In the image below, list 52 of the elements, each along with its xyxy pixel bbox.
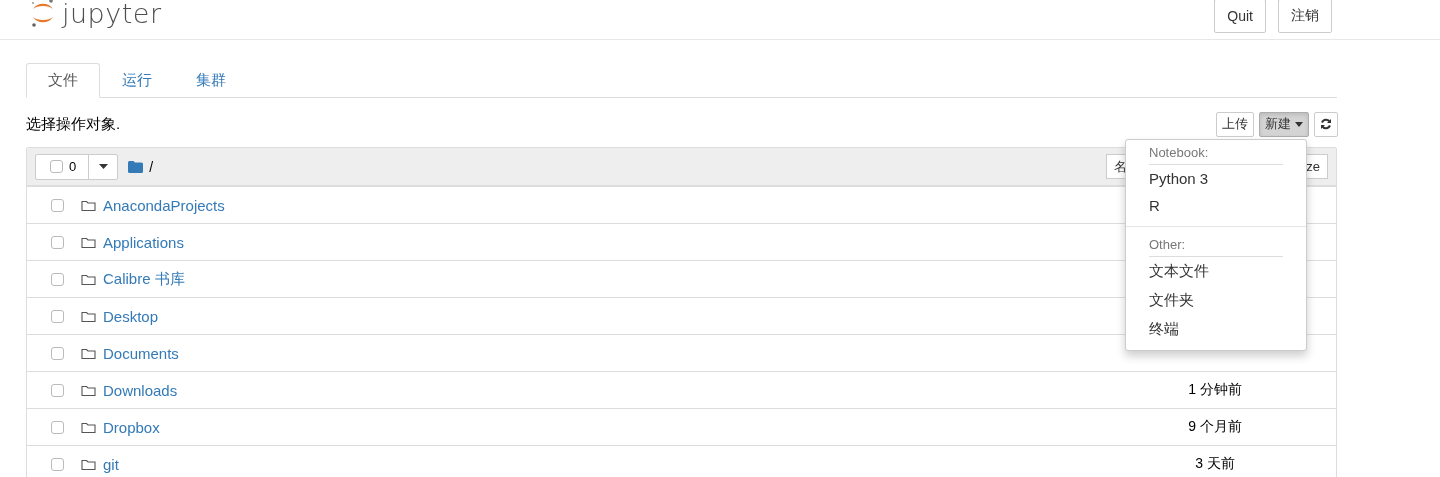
menu-item[interactable]: 文件夹: [1126, 286, 1306, 315]
modified-time: 3 天前: [1194, 455, 1236, 473]
new-dropdown-button[interactable]: 新建: [1259, 111, 1309, 137]
folder-icon: [81, 457, 96, 471]
refresh-icon: [1320, 118, 1332, 130]
checkbox[interactable]: [51, 309, 64, 323]
folder-icon: [81, 272, 96, 286]
folder-link[interactable]: AnacondaProjects: [103, 196, 225, 214]
folder-icon: [81, 420, 96, 434]
checkbox[interactable]: [51, 198, 64, 212]
modified-time: 1 分钟前: [1187, 381, 1243, 399]
folder-icon: [81, 383, 96, 397]
tab[interactable]: 文件: [26, 63, 100, 98]
tab[interactable]: 运行: [100, 63, 174, 98]
checkbox[interactable]: [51, 272, 64, 286]
logo-text: jupyter: [62, 0, 162, 29]
menu-heading: Other:: [1149, 235, 1283, 257]
prompt-text: 选择操作对象.: [26, 114, 121, 134]
checkbox[interactable]: [51, 235, 64, 249]
folder-icon: [128, 160, 144, 173]
quit-button[interactable]: Quit: [1214, 0, 1266, 33]
jupyter-logo-icon: [30, 0, 56, 29]
menu-item[interactable]: R: [1126, 192, 1306, 219]
folder-link[interactable]: Documents: [103, 344, 179, 362]
selected-count: 0: [69, 159, 77, 174]
tab[interactable]: 集群: [174, 63, 248, 98]
menu-item[interactable]: 文本文件: [1126, 257, 1306, 286]
folder-link[interactable]: Downloads: [103, 381, 178, 399]
upload-button[interactable]: 上传: [1216, 111, 1254, 137]
logout-button[interactable]: 注销: [1278, 0, 1332, 33]
menu-item[interactable]: 终端: [1126, 315, 1306, 344]
checkbox[interactable]: [51, 346, 64, 360]
folder-icon: [81, 198, 96, 212]
folder-link[interactable]: git: [103, 455, 119, 473]
path-text: /: [149, 158, 154, 175]
modified-time: 9 个月前: [1187, 418, 1243, 436]
folder-link[interactable]: Applications: [103, 233, 184, 251]
caret-icon: [98, 164, 108, 169]
folder-link[interactable]: Dropbox: [103, 418, 160, 436]
folder-link[interactable]: Desktop: [103, 307, 159, 325]
checkbox[interactable]: [51, 383, 64, 397]
folder-link[interactable]: Calibre 书库: [103, 269, 185, 289]
folder-icon: [81, 309, 96, 323]
menu-heading: Notebook:: [1149, 143, 1283, 165]
folder-icon: [81, 346, 96, 360]
checkbox[interactable]: [51, 420, 64, 434]
caret-icon: [1295, 121, 1303, 127]
checkbox[interactable]: [51, 457, 64, 471]
checkbox[interactable]: [50, 160, 63, 173]
folder-icon: [81, 235, 96, 249]
refresh-button[interactable]: [1314, 111, 1338, 137]
select-dropdown[interactable]: 0: [35, 153, 119, 180]
